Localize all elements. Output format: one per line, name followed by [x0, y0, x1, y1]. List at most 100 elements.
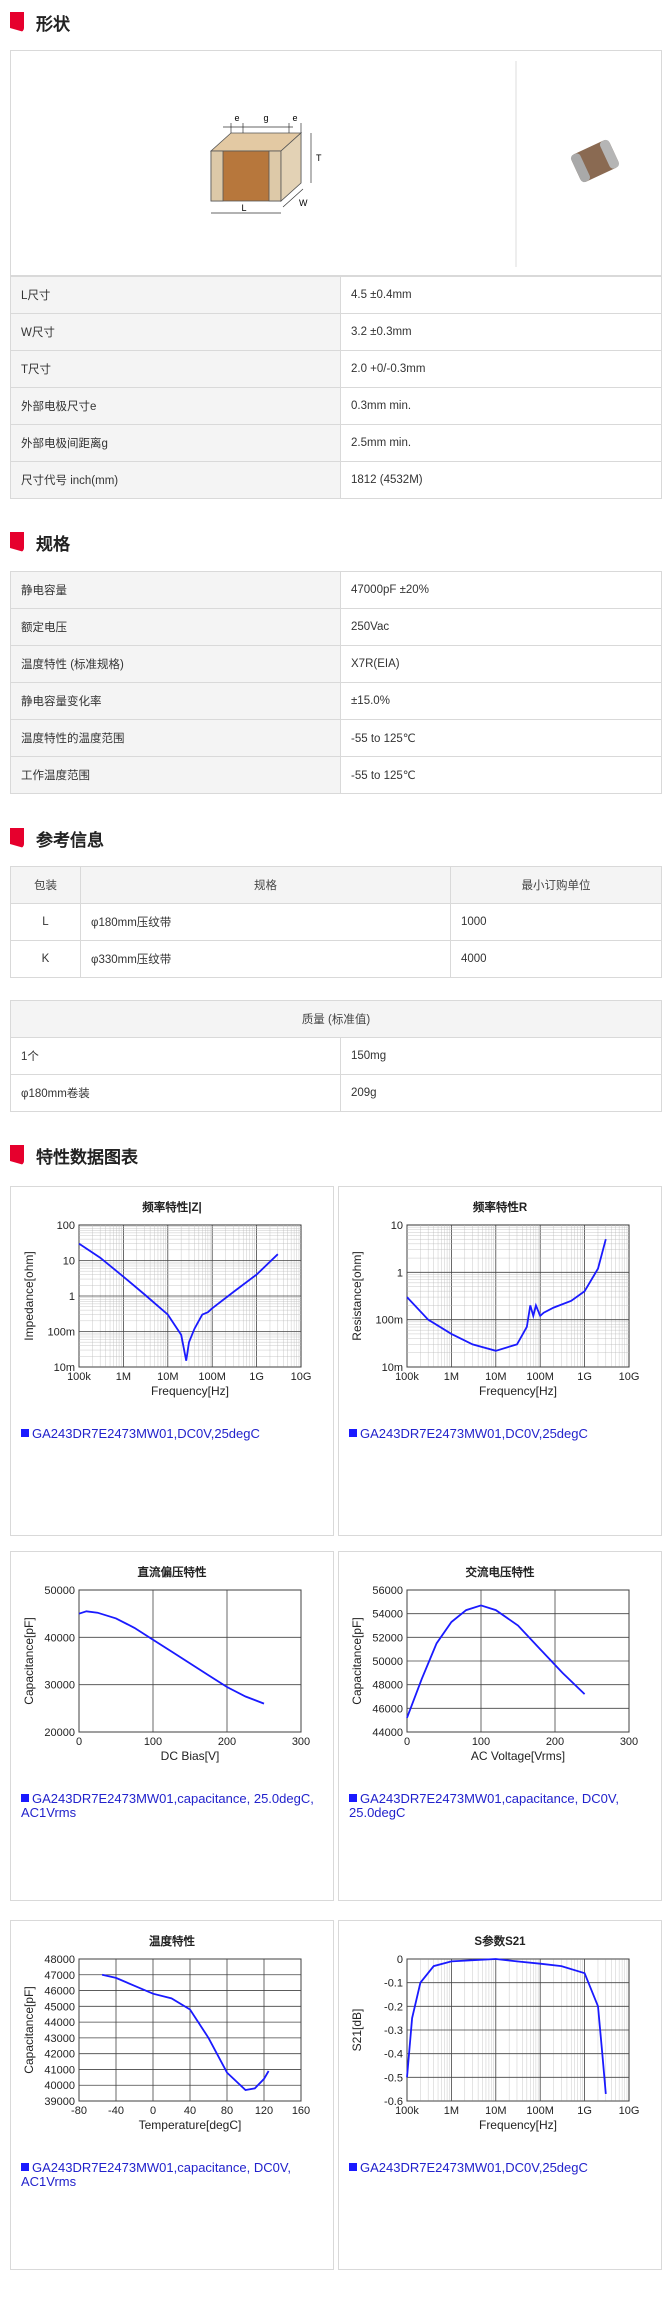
- shape-image-box: e g e T W L: [10, 50, 662, 276]
- x-tick-label: 120: [255, 2105, 273, 2117]
- dim-w-label: W: [299, 198, 308, 208]
- row-key: 温度特性 (标准规格): [10, 645, 341, 683]
- y-tick-label: 50000: [44, 1585, 75, 1597]
- legend-swatch: [349, 2163, 357, 2171]
- chart-plot: 100k 1M 10M 100M 1G 10G100101100m10mFrequency…: [22, 1220, 312, 1398]
- y-tick-label: 40000: [44, 2080, 75, 2092]
- section-spec-header: 规格: [10, 530, 70, 554]
- x-tick-label: 80: [221, 2105, 233, 2117]
- row-key: 静电容量: [10, 571, 341, 609]
- y-tick-label: -0.2: [384, 2001, 403, 2013]
- chart-panel: 频率特性R GA243DR7E2473MW01,DC0V,25degC 100k 1…: [338, 1186, 662, 1536]
- legend-swatch: [21, 1429, 29, 1437]
- y-tick-label: 40000: [44, 1632, 75, 1644]
- product-page: 形状 e g e T W L L尺寸 4.5 ±0.4mm W尺寸 3.2 ±0.3m…: [0, 0, 672, 2304]
- package-code: K: [10, 940, 81, 978]
- y-tick-label: 54000: [372, 1609, 403, 1621]
- shape-row: 外部电极间距离g 2.5mm min.: [10, 424, 662, 462]
- spec-table: 静电容量 47000pF ±20% 额定电压 250Vac 温度特性 (标准规格) X7R…: [10, 571, 662, 794]
- chart-legend: GA243DR7E2473MW01,DC0V,25degC: [21, 1427, 321, 1441]
- shape-drawing: e g e T W L: [209, 61, 620, 267]
- packaging-table: 包装 规格 最小订购单位 Lφ180mm压纹带 1000 Kφ330mm压纹带 400…: [10, 866, 662, 978]
- section-chart-header: 特性数据图表: [10, 1143, 138, 1167]
- min-order-header: 最小订购单位: [450, 866, 662, 904]
- row-value: 47000pF ±20%: [340, 571, 662, 609]
- package-qty: 1000: [450, 903, 662, 941]
- row-key: 外部电极尺寸e: [10, 387, 341, 425]
- packaging-header: 包装: [10, 866, 81, 904]
- x-tick-label: 10G: [291, 1371, 312, 1383]
- section-title: 特性数据图表: [36, 1147, 138, 1167]
- x-tick-label: 200: [546, 1736, 564, 1748]
- legend-text: GA243DR7E2473MW01,capacitance, DC0V, AC1…: [21, 2160, 291, 2189]
- x-tick-label: 100M: [526, 1371, 554, 1383]
- x-tick-label: 100: [472, 1736, 490, 1748]
- mass-row: φ180mm卷装 209g: [10, 1074, 662, 1112]
- package-qty: 4000: [450, 940, 662, 978]
- x-axis-label: DC Bias[V]: [161, 1749, 220, 1763]
- chart-plot: 0 100 200 300 56000 54000 52000 50000 48000 46000…: [350, 1585, 638, 1763]
- y-tick-label: 1: [397, 1267, 403, 1279]
- mass-table: 质量 (标准值) 1个 150mg φ180mm卷装 209g: [10, 1000, 662, 1112]
- section-title: 参考信息: [36, 830, 104, 850]
- chart-panel: S参数S21 GA243DR7E2473MW01,DC0V,25degC 100k…: [338, 1920, 662, 2270]
- spec-row: 额定电压 250Vac: [10, 608, 662, 646]
- y-tick-label: 44000: [372, 1727, 403, 1739]
- section-flag-icon: [10, 1145, 24, 1165]
- y-tick-label: 10: [63, 1256, 75, 1268]
- x-tick-label: 10M: [485, 2105, 506, 2117]
- spec-row: 静电容量变化率 ±15.0%: [10, 682, 662, 720]
- mass-key: 1个: [10, 1037, 341, 1075]
- dim-e2-label: e: [292, 113, 297, 123]
- row-value: 0.3mm min.: [340, 387, 662, 425]
- mass-key: φ180mm卷装: [10, 1074, 341, 1112]
- y-tick-label: 20000: [44, 1727, 75, 1739]
- x-tick-label: 100M: [526, 2105, 554, 2117]
- y-tick-label: 10m: [54, 1362, 75, 1374]
- section-title: 形状: [36, 14, 70, 34]
- spec-header: 规格: [80, 866, 451, 904]
- section-flag-icon: [10, 532, 24, 552]
- y-tick-label: -0.1: [384, 1978, 403, 1990]
- spec-row: 温度特性的温度范围 -55 to 125℃: [10, 719, 662, 757]
- chart-plot: 100k 1M 10M 100M 1G 10G101100m10mFrequency[Hz…: [350, 1220, 639, 1398]
- y-tick-label: -0.6: [384, 2096, 403, 2108]
- package-spec: φ180mm压纹带: [80, 903, 451, 941]
- x-tick-label: 0: [404, 1736, 410, 1748]
- y-tick-label: 30000: [44, 1680, 75, 1692]
- mass-value: 209g: [340, 1074, 662, 1112]
- plot-area: [406, 1224, 630, 1368]
- y-tick-label: -0.3: [384, 2025, 403, 2037]
- x-axis-label: AC Voltage[Vrms]: [471, 1749, 565, 1763]
- chart-panel: 直流偏压特性 GA243DR7E2473MW01,capacitance, 25…: [10, 1551, 334, 1901]
- x-axis-label: Frequency[Hz]: [151, 1384, 229, 1398]
- y-tick-label: 39000: [44, 2096, 75, 2108]
- y-tick-label: 56000: [372, 1585, 403, 1597]
- y-tick-label: 45000: [44, 2001, 75, 2013]
- y-tick-label: 1: [69, 1291, 75, 1303]
- dim-g-label: g: [263, 113, 268, 123]
- section-shape-header: 形状: [10, 10, 70, 34]
- legend-text: GA243DR7E2473MW01,DC0V,25degC: [32, 1426, 260, 1441]
- section-flag-icon: [10, 12, 24, 32]
- y-tick-label: 10m: [382, 1362, 403, 1374]
- legend-text: GA243DR7E2473MW01,capacitance, 25.0degC,…: [21, 1791, 314, 1820]
- spec-row: 静电容量 47000pF ±20%: [10, 571, 662, 609]
- row-value: ±15.0%: [340, 682, 662, 720]
- x-tick-label: 200: [218, 1736, 236, 1748]
- shape-row: 外部电极尺寸e 0.3mm min.: [10, 387, 662, 425]
- plot-area: [78, 1589, 302, 1733]
- x-tick-label: 0: [76, 1736, 82, 1748]
- y-axis-label: Resistance[ohm]: [350, 1251, 364, 1340]
- chart-legend: GA243DR7E2473MW01,capacitance, DC0V, 25.…: [349, 1792, 649, 1820]
- shape-row: T尺寸 2.0 +0/-0.3mm: [10, 350, 662, 388]
- row-key: 额定电压: [10, 608, 341, 646]
- shape-row: W尺寸 3.2 ±0.3mm: [10, 313, 662, 351]
- row-key: W尺寸: [10, 313, 341, 351]
- x-tick-label: 1G: [577, 1371, 592, 1383]
- row-key: T尺寸: [10, 350, 341, 388]
- chart-plot: 100k 1M 10M 100M 1G 10G0-0.1-0.2-0.3-0.4-0.5-…: [350, 1954, 639, 2132]
- row-value: 2.5mm min.: [340, 424, 662, 462]
- chart-legend: GA243DR7E2473MW01,capacitance, DC0V, AC1…: [21, 2161, 321, 2189]
- shape-row: L尺寸 4.5 ±0.4mm: [10, 276, 662, 314]
